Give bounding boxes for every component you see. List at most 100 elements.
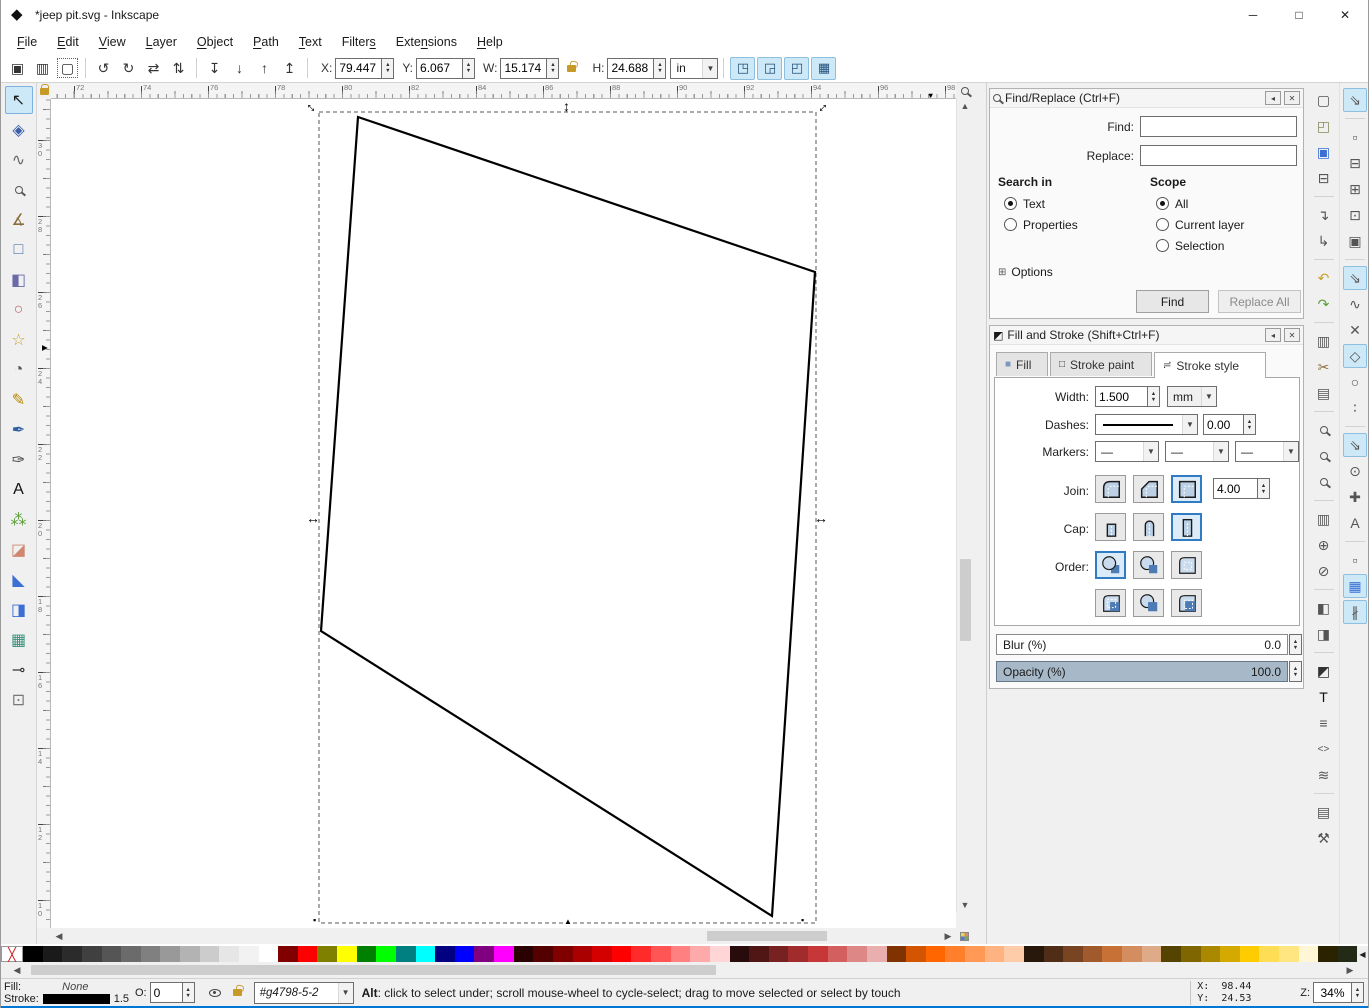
palette-scrollbar[interactable]: ◀ ▶: [1, 962, 1368, 978]
fill-stroke-indicator[interactable]: Fill: None Stroke: 1.5: [4, 981, 129, 1005]
palette-swatch[interactable]: [808, 946, 828, 962]
x-spinner[interactable]: ▲▼: [381, 58, 394, 79]
palette-swatch[interactable]: [690, 946, 710, 962]
palette-swatch[interactable]: [1259, 946, 1279, 962]
scroll-up-icon[interactable]: ▲: [957, 101, 973, 111]
tool-node-editor[interactable]: ◈: [5, 116, 33, 144]
tool-measure[interactable]: ∡: [5, 206, 33, 234]
palette-swatch[interactable]: [259, 946, 279, 962]
tool-connector[interactable]: ⊡: [5, 686, 33, 714]
menu-view[interactable]: View: [89, 32, 136, 52]
palette-swatch[interactable]: [1240, 946, 1260, 962]
save-document-button[interactable]: ▣: [1312, 140, 1336, 164]
width-unit-dropdown[interactable]: mm▼: [1167, 386, 1217, 407]
tool-spray[interactable]: ⁂: [5, 506, 33, 534]
palette-swatch[interactable]: [1122, 946, 1142, 962]
zoom-input[interactable]: [1313, 982, 1351, 1003]
miter-limit-input[interactable]: [1213, 478, 1257, 499]
palette-swatch[interactable]: [160, 946, 180, 962]
preferences-button[interactable]: ⚒: [1312, 826, 1336, 850]
palette-swatch[interactable]: [1338, 946, 1358, 962]
palette-swatch[interactable]: [1201, 946, 1221, 962]
search-in-option-properties[interactable]: Properties: [1004, 214, 1078, 235]
palette-swatch[interactable]: [435, 946, 455, 962]
tool-rectangle[interactable]: □: [5, 236, 33, 264]
palette-swatch[interactable]: [749, 946, 769, 962]
marker-end-dropdown[interactable]: —▼: [1235, 441, 1299, 462]
snap-bbox-edges-toggle[interactable]: ⊟: [1343, 151, 1367, 175]
h-field[interactable]: [607, 58, 653, 79]
y-spinner[interactable]: ▲▼: [462, 58, 475, 79]
blur-slider[interactable]: Blur (%) 0.0: [996, 634, 1288, 655]
palette-swatch[interactable]: [533, 946, 553, 962]
palette-none-swatch[interactable]: ╳: [1, 946, 23, 962]
menu-path[interactable]: Path: [243, 32, 289, 52]
palette-swatch[interactable]: [474, 946, 494, 962]
palette-swatch[interactable]: [376, 946, 396, 962]
join-miter-button[interactable]: [1171, 475, 1202, 503]
snap-bbox-corners-toggle[interactable]: ⊞: [1343, 177, 1367, 201]
text-dialog-button[interactable]: T: [1312, 685, 1336, 709]
palette-swatch[interactable]: [337, 946, 357, 962]
selection-handle-se[interactable]: ▪: [801, 913, 804, 927]
tab-stroke-paint[interactable]: □Stroke paint: [1050, 352, 1152, 376]
zoom-spinner[interactable]: ▲▼: [1351, 982, 1364, 1003]
zoom-page-button[interactable]: [1312, 470, 1336, 494]
stroke-color-swatch[interactable]: [43, 994, 110, 1004]
w-spinner[interactable]: ▲▼: [546, 58, 559, 79]
find-input[interactable]: [1140, 116, 1297, 137]
palette-swatch[interactable]: [514, 946, 534, 962]
opacity-spinner[interactable]: ▲▼: [1289, 661, 1302, 682]
snap-bbox-edge-midpoints-toggle[interactable]: ⊡: [1343, 203, 1367, 227]
palette-swatch[interactable]: [1142, 946, 1162, 962]
hscroll-thumb[interactable]: [707, 931, 827, 941]
maximize-button[interactable]: □: [1276, 0, 1322, 30]
palette-swatch[interactable]: [1102, 946, 1122, 962]
tool-paint-bucket[interactable]: ◣: [5, 566, 33, 594]
tool-calligraphy[interactable]: ✑: [5, 446, 33, 474]
palette-scroll-left-arrow-icon[interactable]: ◀: [9, 965, 25, 976]
opacity-slider[interactable]: Opacity (%) 100.0: [996, 661, 1288, 682]
palette-swatch[interactable]: [219, 946, 239, 962]
palette-swatch[interactable]: [239, 946, 259, 962]
panel-close-icon[interactable]: ✕: [1284, 91, 1300, 105]
document-properties-button[interactable]: ▤: [1312, 800, 1336, 824]
dashes-dropdown[interactable]: ▼: [1095, 414, 1198, 435]
menu-file[interactable]: File: [7, 32, 47, 52]
palette-swatch[interactable]: [416, 946, 436, 962]
palette-swatch[interactable]: [121, 946, 141, 962]
palette-swatch[interactable]: [573, 946, 593, 962]
miter-limit-spinner[interactable]: ▲▼: [1257, 478, 1270, 499]
drawing-shape[interactable]: [321, 117, 815, 916]
quick-zoom-icon[interactable]: [956, 83, 973, 99]
y-field[interactable]: [416, 58, 462, 79]
selection-opacity-spinner[interactable]: ▲▼: [182, 982, 195, 1003]
selection-handle-s[interactable]: ▲: [564, 915, 572, 928]
canvas[interactable]: ↔ ↕ ↔ ↔ ↔ ▪ ▲ ▪: [51, 99, 956, 928]
snap-page-border-toggle[interactable]: ▫: [1343, 548, 1367, 572]
menu-edit[interactable]: Edit: [47, 32, 89, 52]
tool-mesh-gradient[interactable]: ▦: [5, 626, 33, 654]
cap-butt-button[interactable]: [1095, 513, 1126, 541]
palette-swatch[interactable]: [847, 946, 867, 962]
palette-swatch[interactable]: [278, 946, 298, 962]
snap-nodes-toggle[interactable]: ⇘: [1343, 266, 1367, 290]
dash-offset-input[interactable]: [1203, 414, 1243, 435]
palette-swatch[interactable]: [945, 946, 965, 962]
palette-swatch[interactable]: [494, 946, 514, 962]
palette-swatch[interactable]: [592, 946, 612, 962]
tool-pencil[interactable]: ✎: [5, 386, 33, 414]
scroll-right-icon[interactable]: ▶: [940, 931, 956, 942]
snap-paths-toggle[interactable]: ∿: [1343, 292, 1367, 316]
palette-swatch[interactable]: [82, 946, 102, 962]
palette-swatch[interactable]: [651, 946, 671, 962]
marker-mid-dropdown[interactable]: —▼: [1165, 441, 1229, 462]
flip-horizontal-button[interactable]: ⇄: [141, 56, 166, 80]
palette-scroll-right-arrow-icon[interactable]: ▶: [1342, 965, 1358, 976]
palette-swatch[interactable]: [553, 946, 573, 962]
width-spinner[interactable]: ▲▼: [1147, 386, 1160, 407]
options-expander[interactable]: ⊞ Options: [998, 265, 1053, 279]
raise-button[interactable]: ↑: [252, 56, 277, 80]
lock-width-height-icon[interactable]: [567, 65, 576, 72]
join-round-button[interactable]: [1095, 475, 1126, 503]
